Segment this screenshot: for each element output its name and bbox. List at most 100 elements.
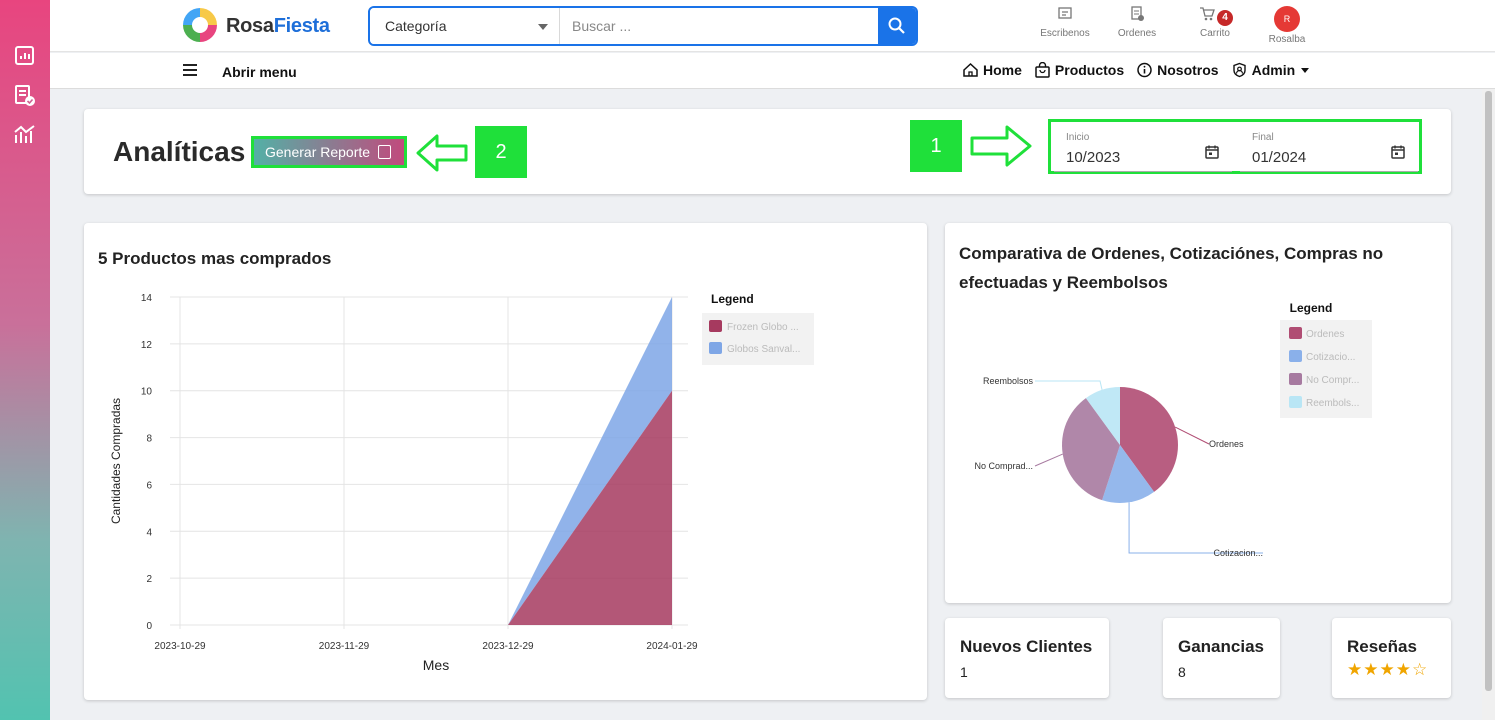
nav-admin-label: Admin (1251, 62, 1296, 78)
new-clients-value: 1 (960, 664, 968, 680)
nav-productos-label: Productos (1054, 62, 1125, 78)
comparison-pie-card: Comparativa de Ordenes, Cotizaciónes, Co… (945, 223, 1451, 603)
analytics-header-card: Analíticas Generar Reporte 2 1 Inicio 10… (84, 109, 1451, 194)
star-filled-icon: ★ (1395, 660, 1412, 679)
end-date-field[interactable]: Final 01/2024 (1240, 124, 1418, 172)
start-date-value: 10/2023 (1066, 149, 1121, 166)
legend-label: Frozen Globo ... (727, 322, 799, 333)
chevron-down-icon (1301, 67, 1310, 73)
pie-chart-title: Comparativa de Ordenes, Cotizaciónes, Co… (959, 244, 1384, 292)
start-date-field[interactable]: Inicio 10/2023 (1054, 124, 1232, 172)
ordenes-label: Ordenes (1117, 28, 1157, 39)
generate-report-button[interactable]: Generar Reporte (251, 136, 407, 168)
end-date-underline (1240, 171, 1418, 172)
legend-swatch (709, 342, 722, 354)
nav-nosotros[interactable]: Nosotros (1136, 62, 1219, 78)
page-scrollbar[interactable] (1482, 89, 1495, 720)
earnings-value: 8 (1178, 664, 1186, 680)
scrollbar-thumb[interactable] (1485, 91, 1492, 691)
start-date-underline (1054, 171, 1232, 172)
legend-title: Legend (711, 292, 754, 306)
search-bar: Categoría (368, 6, 918, 46)
search-input[interactable] (562, 8, 880, 44)
pie-slice-label: Reembolsos (983, 376, 1034, 386)
pie-slice-label: No Comprad... (974, 461, 1033, 471)
pie-leader-line (1174, 426, 1210, 445)
top-header: RosaFiesta Categoría Escribenos Ordenes … (50, 0, 1495, 52)
generate-report-label: Generar Reporte (265, 144, 371, 160)
carrito-button[interactable]: 4 Carrito (1180, 6, 1250, 39)
admin-shield-icon (1232, 62, 1246, 78)
date-range-filter: Inicio 10/2023 Final 01/2024 (1048, 119, 1422, 174)
new-clients-card: Nuevos Clientes 1 (945, 618, 1109, 698)
star-filled-icon: ★ (1379, 660, 1396, 679)
category-select-label: Categoría (385, 18, 447, 34)
rating-stars: ★★★★☆ (1347, 660, 1428, 680)
orders-check-icon[interactable] (13, 85, 37, 107)
legend-label: Globos Sanval... (727, 344, 800, 355)
y-tick-label: 14 (141, 293, 153, 304)
nav-home[interactable]: Home (962, 62, 1022, 78)
hamburger-menu-icon[interactable] (183, 64, 197, 76)
ordenes-button[interactable]: Ordenes (1102, 6, 1172, 39)
user-name-label: Rosalba (1268, 34, 1306, 45)
nav-productos[interactable]: Productos (1034, 62, 1124, 78)
star-filled-icon: ★ (1347, 660, 1364, 679)
top-products-chart-card: 5 Productos mas comprados 0 2 4 6 8 10 12 14 202… (84, 223, 927, 700)
brand-name-part2: Fiesta (273, 15, 330, 37)
user-profile-button[interactable]: R Rosalba (1252, 6, 1322, 45)
calendar-icon[interactable] (1390, 144, 1406, 160)
brand-logo[interactable] (183, 8, 217, 42)
chevron-down-icon (538, 24, 548, 30)
legend-label: Ordenes (1306, 329, 1344, 340)
legend-swatch (1289, 373, 1302, 385)
search-button[interactable] (878, 8, 916, 44)
legend-label: Cotizacio... (1306, 352, 1355, 363)
report-chart-icon[interactable] (13, 45, 37, 67)
chart-title: 5 Productos mas comprados (98, 249, 332, 268)
comparison-pie-chart: Ordenes Cotizacion... No Comprad... Reembol… (974, 301, 1372, 558)
search-icon (888, 17, 905, 34)
annotation-step-2: 2 (475, 126, 527, 178)
orders-icon (1131, 6, 1144, 21)
calendar-icon[interactable] (1204, 144, 1220, 160)
arrow-right-annotation-icon (970, 125, 1032, 167)
pie-leader-line (1035, 380, 1103, 390)
brand-name[interactable]: RosaFiesta (226, 15, 330, 38)
start-date-label: Inicio (1066, 132, 1090, 143)
x-axis-label: Mes (423, 657, 449, 673)
earnings-label: Ganancias (1178, 637, 1264, 656)
x-tick-label: 2023-10-29 (154, 641, 206, 652)
y-tick-label: 6 (146, 480, 152, 491)
top-products-area-chart: 0 2 4 6 8 10 12 14 2023-10-29 2023-11-29 2023-12-2… (109, 292, 814, 673)
escribenos-label: Escribenos (1040, 28, 1090, 39)
legend-title: Legend (1290, 301, 1333, 315)
cart-icon (1200, 7, 1215, 21)
category-select[interactable]: Categoría (370, 8, 560, 44)
end-date-label: Final (1252, 132, 1274, 143)
new-clients-label: Nuevos Clientes (960, 637, 1093, 656)
star-empty-icon: ☆ (1412, 660, 1429, 679)
pie-slice-label: Cotizacion... (1213, 548, 1263, 558)
open-menu-link[interactable]: Abrir menu (222, 64, 297, 80)
x-tick-label: 2024-01-29 (646, 641, 698, 652)
legend-swatch (1289, 327, 1302, 339)
earnings-card: Ganancias 8 (1163, 618, 1280, 698)
avatar: R (1274, 6, 1300, 32)
y-tick-label: 8 (146, 434, 152, 445)
reviews-card: Reseñas ★★★★☆ (1332, 618, 1451, 698)
nav-admin-dropdown[interactable]: Admin (1231, 62, 1310, 78)
legend-swatch (1289, 350, 1302, 362)
annotation-step-1: 1 (910, 120, 962, 172)
y-tick-label: 2 (146, 574, 152, 585)
analytics-trend-icon[interactable] (13, 123, 37, 145)
escribenos-button[interactable]: Escribenos (1030, 6, 1100, 39)
message-icon (1058, 7, 1072, 19)
document-icon (378, 145, 391, 159)
end-date-value: 01/2024 (1252, 149, 1307, 166)
cart-count-badge: 4 (1217, 10, 1233, 26)
legend-label: No Compr... (1306, 375, 1359, 386)
star-filled-icon: ★ (1363, 660, 1380, 679)
y-tick-label: 0 (146, 621, 152, 632)
main-nav-links: Home Productos Nosotros Admin (962, 62, 1310, 78)
